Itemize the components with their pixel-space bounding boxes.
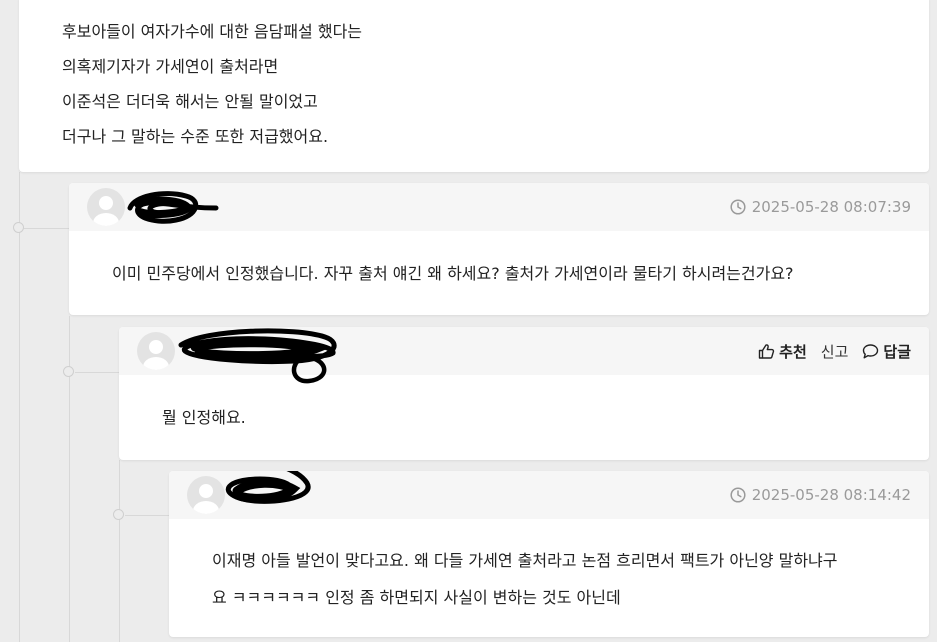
reply-label: 답글 — [883, 342, 911, 361]
comment-timestamp: 2025-05-28 08:07:39 — [751, 198, 911, 216]
comment-meta: 2025-05-28 08:07:39 — [730, 183, 911, 231]
clock-icon — [730, 199, 746, 215]
comment-body: 이미 민주당에서 인정했습니다. 자꾸 출처 얘긴 왜 하세요? 출처가 가세연… — [112, 255, 899, 292]
post-line: 의혹제기자가 가세연이 출처라면 — [62, 57, 279, 76]
clock-icon — [730, 487, 746, 503]
thread-node-2 — [63, 366, 74, 377]
redacted-username — [127, 191, 219, 224]
parent-post: 후보아들이 여자가수에 대한 음담패설 했다는 의혹제기자가 가세연이 출처라면… — [19, 0, 929, 172]
comment-timestamp: 2025-05-28 08:14:42 — [751, 486, 911, 504]
comment-header: 2025-05-28 08:14:42 — [169, 471, 929, 519]
comment-body: 이재명 아들 발언이 맞다고요. 왜 다들 가세연 출처라고 논점 흐리면서 팩… — [212, 542, 899, 616]
comment-header: 2025-05-28 08:07:39 — [69, 183, 929, 231]
comment: 2025-05-28 08:14:42 이재명 아들 발언이 맞다고요. 왜 다… — [169, 471, 929, 637]
default-avatar-icon[interactable] — [137, 332, 175, 370]
thread-node-3 — [113, 509, 124, 520]
thread-connector-2 — [75, 372, 119, 373]
redacted-username — [225, 471, 311, 504]
comment: 추천 신고 답글 뭘 인정해요. — [119, 327, 929, 460]
comment: 2025-05-28 08:07:39 이미 민주당에서 인정했습니다. 자꾸 … — [69, 183, 929, 315]
recommend-label: 추천 — [779, 342, 807, 361]
post-line: 이준석은 더더욱 해서는 안될 말이었고 — [62, 92, 318, 111]
comment-text: 이미 민주당에서 인정했습니다. 자꾸 출처 얘긴 왜 하세요? 출처가 가세연… — [112, 264, 794, 283]
comment-text: 뭘 인정해요. — [162, 408, 246, 427]
comment-meta: 2025-05-28 08:14:42 — [730, 471, 911, 519]
comment-actions: 추천 신고 답글 — [758, 327, 911, 375]
default-avatar-icon[interactable] — [87, 188, 125, 226]
thread-line-2 — [69, 316, 70, 642]
post-line: 더구나 그 말하는 수준 또한 저급했어요. — [62, 127, 329, 146]
comment-header: 추천 신고 답글 — [119, 327, 929, 384]
thumbs-up-icon — [758, 343, 775, 359]
post-content: 후보아들이 여자가수에 대한 음담패설 했다는 의혹제기자가 가세연이 출처라면… — [19, 0, 929, 154]
reply-button[interactable]: 답글 — [862, 341, 911, 362]
comment-text: 요 ㅋㅋㅋㅋㅋㅋ 인정 좀 하면되지 사실이 변하는 것도 아닌데 — [212, 588, 621, 607]
comment-text: 이재명 아들 발언이 맞다고요. 왜 다들 가세연 출처라고 논점 흐리면서 팩… — [212, 551, 838, 570]
speech-bubble-icon — [863, 343, 879, 358]
thread-connector-1 — [24, 228, 69, 229]
comment-body: 뭘 인정해요. — [162, 399, 899, 436]
thread-line-1 — [19, 172, 20, 642]
thread-connector-3 — [125, 515, 169, 516]
redacted-username — [178, 328, 337, 384]
report-button[interactable]: 신고 — [821, 341, 849, 362]
thread-node-1 — [13, 222, 24, 233]
thread-line-3 — [119, 460, 120, 642]
report-label: 신고 — [820, 342, 849, 361]
recommend-button[interactable]: 추천 — [758, 341, 807, 362]
post-line: 후보아들이 여자가수에 대한 음담패설 했다는 — [62, 22, 363, 41]
